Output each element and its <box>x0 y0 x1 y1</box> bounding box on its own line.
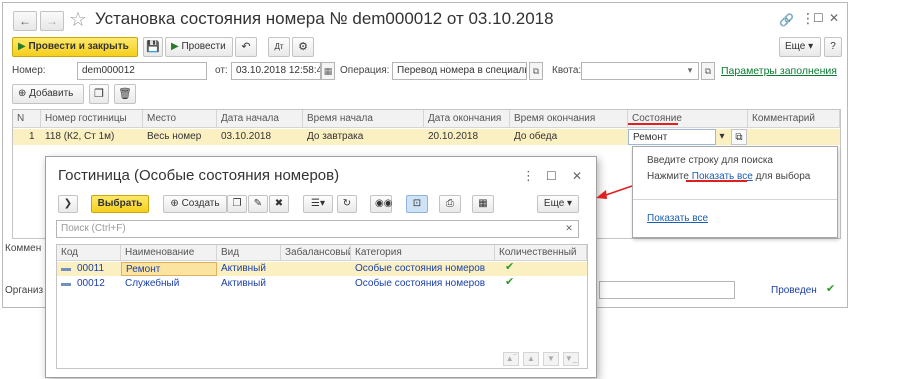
annotation-layer <box>596 123 747 199</box>
arrow-head-annotation <box>596 190 607 199</box>
arrow-annotation <box>602 185 633 197</box>
